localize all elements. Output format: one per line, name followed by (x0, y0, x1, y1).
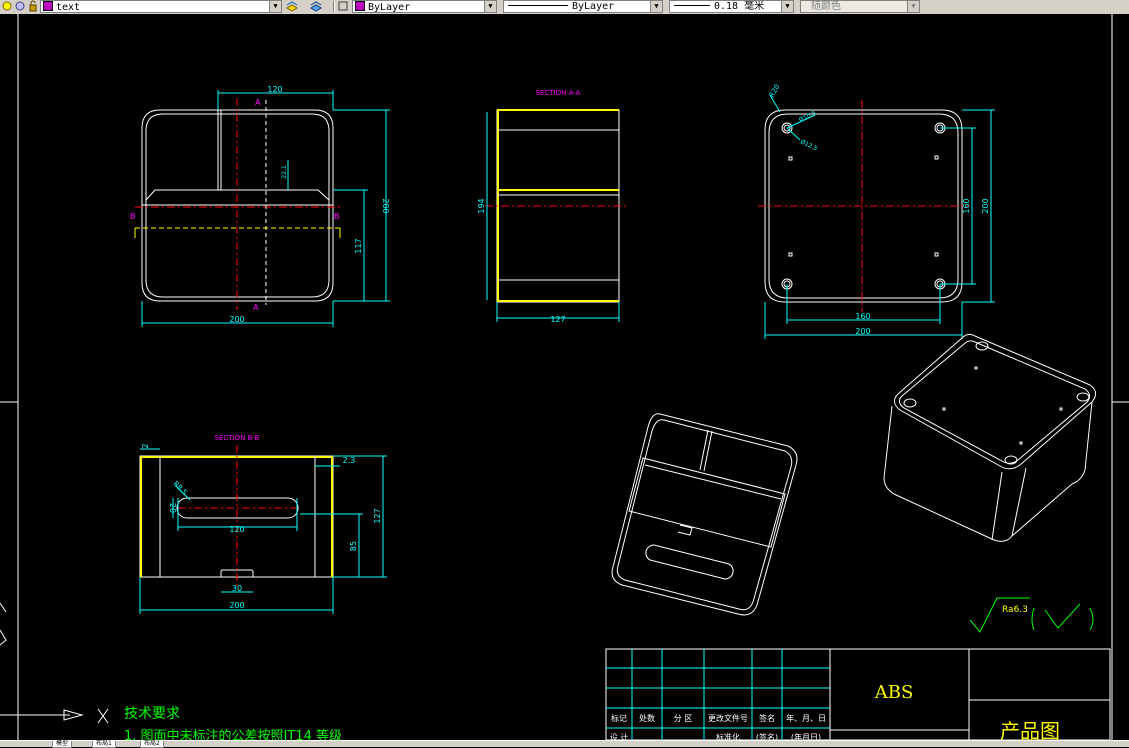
color-icon[interactable] (337, 0, 349, 12)
dim-bb-top-right: 2.3 (343, 456, 356, 465)
tb-header-3: 分 区 (674, 714, 693, 723)
dim-bb-radius: R8.5 (172, 480, 189, 497)
dim-front-right-lower: 117 (354, 238, 363, 253)
section-aa-view: SECTION A-A 194 127 (477, 89, 628, 324)
tb-row2-1: 设 计 (610, 732, 629, 740)
dim-front-bottom: 200 (229, 315, 244, 324)
layer-dropdown[interactable]: text ▼ (40, 0, 282, 13)
dim-bb-notch: 30 (232, 584, 242, 593)
tb-drawing-name: 产品图 (1000, 719, 1060, 740)
dim-bb-right-lower: 85 (349, 541, 358, 551)
plotstyle-value: 随颜色 (811, 1, 841, 12)
label-b-left: B (130, 212, 136, 221)
layer-previous-icon[interactable] (310, 0, 322, 12)
tb-row2-4: (签名) (756, 732, 778, 740)
roughness-symbol: Ra6.3 (969, 597, 1094, 633)
section-aa-title: SECTION A-A (536, 89, 581, 97)
color-value: ByLayer (368, 2, 411, 13)
dim-bb-slot-height: 20 (168, 503, 177, 513)
isometric-open-view (611, 413, 798, 616)
label-b-right: B (334, 212, 340, 221)
tab-model[interactable]: 模型 (52, 741, 73, 748)
front-view: 120 200 200 117 22.1 A A B B (130, 85, 390, 327)
dim-front-small: 22.1 (281, 165, 288, 179)
label-a-bottom: A (253, 303, 259, 312)
roughness-value: Ra6.3 (1002, 605, 1028, 615)
dim-front-top: 120 (267, 85, 282, 94)
plotstyle-dropdown[interactable]: 随颜色 ▼ (800, 0, 920, 13)
dim-top-right-outer: 200 (981, 198, 990, 213)
lineweight-value: 0.18 毫米 (714, 1, 765, 12)
tab-layout1[interactable]: 布局1 (92, 741, 116, 748)
tab-layout2[interactable]: 布局2 (140, 741, 164, 748)
layer-on-icon[interactable] (1, 0, 13, 12)
dim-top-bottom-outer: 200 (855, 327, 870, 336)
lineweight-dropdown[interactable]: 0.18 毫米 ▼ (669, 0, 794, 13)
tb-header-4: 更改文件号 (708, 713, 748, 723)
drawing-frame (0, 14, 1129, 740)
title-block-text: 标记 处数 分 区 更改文件号 签名 年、月、日 设 计 标准化 (签名) (年… (610, 682, 1060, 740)
dim-bb-top-left: 2 (141, 443, 150, 448)
properties-toolbar: text ▼ ByLayer ▼ ByLayer ▼ 0.18 毫米 ▼ 随颜色… (0, 0, 1129, 15)
dim-top-bottom-inner: 160 (855, 312, 870, 321)
tb-header-5: 签名 (759, 713, 775, 723)
layer-lock-icon[interactable] (27, 0, 39, 12)
label-a-top: A (255, 98, 261, 107)
lineweight-preview (674, 5, 710, 6)
chevron-down-icon[interactable]: ▼ (650, 1, 662, 12)
chevron-down-icon[interactable]: ▼ (484, 1, 496, 12)
dim-bb-bottom: 200 (229, 601, 244, 610)
tb-header-1: 标记 (611, 713, 627, 723)
color-dropdown[interactable]: ByLayer ▼ (352, 0, 497, 13)
chevron-down-icon[interactable]: ▼ (269, 1, 281, 12)
dim-top-radius: R20 (768, 83, 782, 99)
top-view: R20 Ø10.5 Ø12.5 160 200 160 200 (758, 83, 995, 339)
layer-color-swatch (43, 1, 53, 11)
layer-name: text (56, 2, 81, 13)
dim-aa-left: 194 (477, 198, 486, 213)
dim-top-right-inner: 160 (962, 198, 971, 213)
dim-top-hole1: Ø10.5 (798, 110, 818, 124)
ucs-icon (0, 602, 109, 724)
cad-drawing: 120 200 200 117 22.1 A A B B SECTION A-A… (0, 14, 1129, 740)
dim-aa-bottom: 127 (550, 315, 565, 324)
dim-top-hole2: Ø12.5 (799, 138, 819, 152)
chevron-down-icon[interactable]: ▼ (907, 1, 919, 12)
toolbar-separator (333, 1, 335, 12)
tb-material: ABS (874, 682, 914, 703)
dim-bb-right-height: 127 (373, 508, 382, 523)
tb-header-6: 年、月、日 (786, 713, 826, 723)
color-swatch (355, 1, 365, 11)
dim-bb-slot-width: 120 (229, 525, 244, 534)
linetype-preview (508, 5, 568, 6)
make-layer-current-icon[interactable] (286, 0, 298, 12)
tb-row2-3: 标准化 (716, 732, 740, 740)
tb-row2-5: (年月日) (791, 732, 821, 740)
linetype-value: ByLayer (572, 1, 615, 12)
linetype-dropdown[interactable]: ByLayer ▼ (503, 0, 663, 13)
notes-title: 技术要求 (124, 706, 180, 722)
chevron-down-icon[interactable]: ▼ (781, 1, 793, 12)
technical-notes: 技术要求 1. 图面中未标注的公差按照IT14 等级 (124, 706, 342, 740)
notes-line1: 1. 图面中未标注的公差按照IT14 等级 (124, 728, 342, 740)
tb-header-2: 处数 (639, 713, 655, 723)
dim-front-right-height: 200 (381, 198, 390, 213)
layer-freeze-icon[interactable] (14, 0, 26, 12)
isometric-closed-view (883, 333, 1096, 542)
section-bb-title: SECTION B-B (215, 434, 260, 442)
drawing-canvas[interactable]: 120 200 200 117 22.1 A A B B SECTION A-A… (0, 14, 1129, 740)
section-bb-view: SECTION B-B 2 2.3 R8.5 20 120 127 85 30 … (139, 434, 387, 614)
